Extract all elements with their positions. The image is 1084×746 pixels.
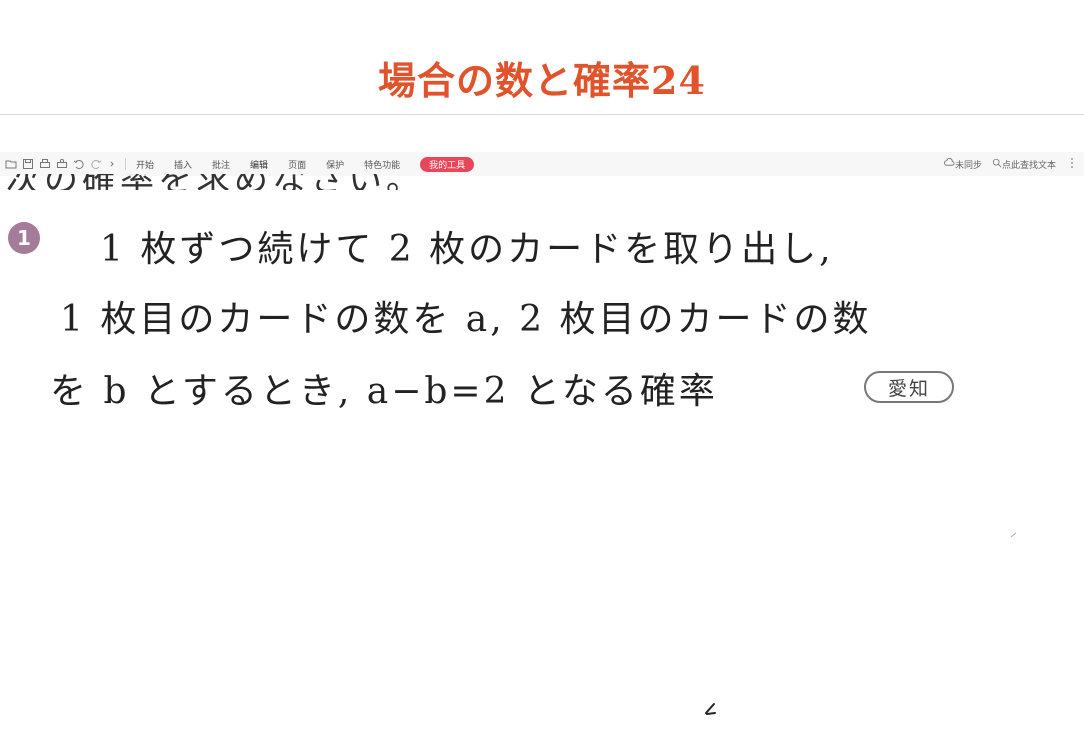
- stray-mark-icon: [1010, 532, 1017, 538]
- sync-label: 未同步: [954, 160, 982, 171]
- tab-insert[interactable]: 插入: [174, 158, 192, 171]
- tab-features[interactable]: 特色功能: [364, 158, 400, 171]
- toolbar-right-group: 未同步 点此查找文本: [943, 152, 1074, 176]
- print-preview-icon[interactable]: [55, 158, 68, 171]
- title-banner: 場合の数と確率24: [0, 0, 1084, 115]
- open-icon[interactable]: [4, 158, 17, 171]
- source-prefecture-badge: 愛知: [864, 371, 954, 403]
- tab-page[interactable]: 页面: [288, 158, 306, 171]
- partial-instruction-line: 次の確率を求めなさい。: [6, 174, 506, 190]
- page-title: 場合の数と確率24: [378, 58, 706, 103]
- tab-protect[interactable]: 保护: [326, 158, 344, 171]
- print-icon[interactable]: [38, 158, 51, 171]
- more-icon[interactable]: [106, 158, 119, 171]
- tab-my-tools[interactable]: 我的工具: [420, 156, 475, 172]
- redo-icon[interactable]: [89, 158, 102, 171]
- tab-comment[interactable]: 批注: [212, 158, 230, 171]
- tab-edit[interactable]: 编辑: [250, 158, 268, 171]
- question-line-3: を b とするとき, a−b=2 となる確率: [50, 371, 718, 412]
- undo-icon[interactable]: [72, 158, 85, 171]
- toolbar-divider: [125, 158, 126, 170]
- partial-instruction-text: 次の確率を求めなさい。: [6, 174, 424, 190]
- find-text-label: 点此查找文本: [1001, 160, 1056, 171]
- find-text-button[interactable]: 点此查找文本: [992, 158, 1056, 171]
- sync-status[interactable]: 未同步: [943, 157, 982, 171]
- tab-start[interactable]: 开始: [136, 158, 154, 171]
- save-icon[interactable]: [21, 158, 34, 171]
- more-options-icon[interactable]: [1070, 157, 1074, 172]
- question-line-2: 1 枚目のカードの数を a, 2 枚目のカードの数: [60, 299, 872, 340]
- pen-mark-icon: [705, 703, 716, 715]
- editor-toolbar: 开始 插入 批注 编辑 页面 保护 特色功能 我的工具 未同步 点此查找文本: [0, 152, 1084, 176]
- question-line-1: 1 枚ずつ続けて 2 枚のカードを取り出し,: [100, 229, 834, 270]
- question-number-badge: 1: [8, 222, 40, 254]
- cloud-sync-icon: [943, 157, 955, 171]
- search-icon: [992, 158, 1002, 171]
